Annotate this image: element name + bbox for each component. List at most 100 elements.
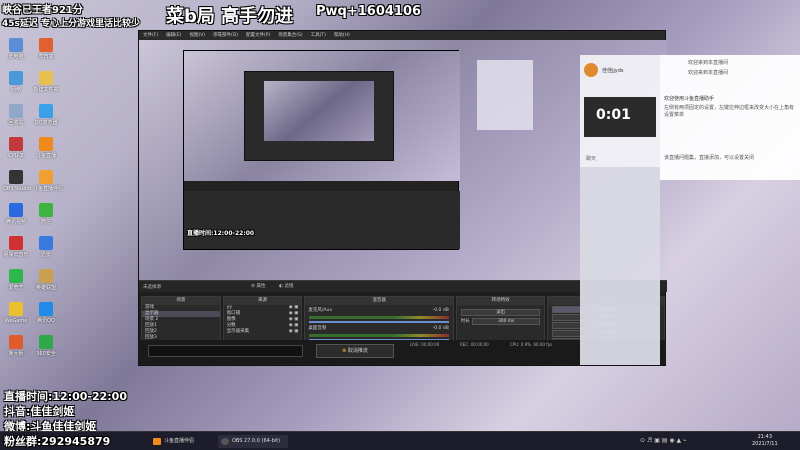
desktop-icon[interactable]: 英雄联盟 — [33, 269, 59, 291]
desktop-icon[interactable]: 迅雷 — [33, 236, 59, 258]
mixer-channel-db: -0.0 dB — [432, 326, 449, 331]
obs-menu-item[interactable]: 配置文件(P) — [246, 31, 270, 40]
desktop-icon[interactable]: 爱奇艺 — [3, 269, 29, 291]
live-timer: 0:01 — [596, 107, 631, 123]
rank-overlay: 峡谷已王者921分 — [2, 5, 83, 16]
delay-overlay: 45s延迟 专心上分游戏里话比较少 — [2, 19, 141, 29]
obs-menu-item[interactable]: 场景集合(S) — [278, 31, 302, 40]
app-icon — [39, 71, 53, 85]
user-avatar — [584, 63, 598, 77]
desktop-icon-label: WeGame — [4, 318, 28, 324]
app-icon — [39, 170, 53, 184]
app-icon — [39, 203, 53, 217]
notice-title: 欢迎使用斗鱼直播助手 — [664, 96, 715, 102]
chat-right-panel: 欢迎来到本直播间 欢迎来到本直播间 欢迎使用斗鱼直播助手 左侧有两项固定的设置，… — [660, 55, 800, 180]
desktop-icon[interactable]: 鲁大师 — [3, 335, 29, 357]
visibility-lock-icon[interactable]: ◉ ▣ — [289, 329, 302, 335]
mixer-channel-name: 麦克风/Aux — [308, 308, 332, 313]
scenes-title: 场景 — [142, 297, 220, 305]
app-icon — [39, 335, 53, 349]
chat-tab[interactable]: 聊天 — [586, 155, 596, 162]
desktop-icon[interactable]: WeGame — [3, 302, 29, 324]
desktop-icon-label: CPU-Z — [8, 153, 24, 159]
desktop-icon[interactable]: 腾讯视频 — [3, 203, 29, 225]
app-icon — [9, 269, 23, 283]
volume-slider[interactable] — [309, 321, 449, 323]
desktop-icon[interactable]: QQ浏览器 — [33, 104, 59, 126]
nested-obs-preview — [183, 50, 460, 250]
source-item[interactable]: 显示器采集 ◉ ▣ — [224, 329, 302, 335]
desktop-icon-label: QQ浏览器 — [34, 120, 58, 126]
mixer-channel-name: 桌面音频 — [308, 326, 327, 331]
chat-panel: 佳佳jjyds 0:01 聊天 — [580, 55, 660, 365]
desktop-icon[interactable]: 回收站 — [3, 104, 29, 126]
filters-button[interactable]: ◐ 滤镜 — [279, 283, 293, 289]
chat-list-bg — [580, 167, 660, 365]
desktop-icon-label: 网易云音乐 — [3, 252, 29, 258]
obs-menu-item[interactable]: 工具(T) — [311, 31, 326, 40]
desktop-icon[interactable]: CPU-Z — [3, 137, 29, 159]
desktop-icon[interactable]: 网络 — [3, 71, 29, 93]
source-label: 显示器采集 — [226, 329, 250, 334]
no-source-label: 未选择源 — [143, 285, 161, 290]
stop-stream-field[interactable] — [148, 345, 303, 357]
mixer-channel-db: -0.0 dB — [432, 308, 449, 313]
desktop-icon[interactable]: 微信 — [33, 203, 59, 225]
stream-title-overlay: 菜b局 高手勿进 — [166, 6, 294, 27]
live-timer-box: 0:01 — [584, 97, 656, 137]
desktop-icon-label: 斗鱼直播伴侣 — [33, 186, 64, 192]
app-icon — [39, 269, 53, 283]
desktop-icon-label: 360安全 — [36, 351, 56, 357]
desktop-icon-label: 鲁大师 — [8, 351, 24, 357]
welcome-1: 欢迎来到本直播间 — [688, 60, 729, 66]
obs-menu-item[interactable]: 视图(V) — [189, 31, 205, 40]
desktop-icon[interactable]: 360安全 — [33, 335, 59, 357]
app-icon — [9, 302, 23, 316]
mixer-channel: 麦克风/Aux -0.0 dB — [305, 308, 452, 323]
desktop-icon-label: 腾讯QQ — [37, 318, 55, 324]
taskbar-item-obs[interactable]: OBS 27.0.0 (64-bit) — [218, 435, 288, 448]
obs-menu-item[interactable]: 停靠部件(D) — [213, 31, 238, 40]
desktop-icon-label: 爱奇艺 — [8, 285, 24, 291]
desktop-icon-label: 回收站 — [8, 120, 24, 126]
app-icon — [9, 170, 23, 184]
desktop-icon[interactable]: 向日葵 — [33, 38, 59, 60]
volume-meter — [309, 316, 449, 319]
duration-input[interactable]: 300 ms — [471, 318, 541, 325]
taskbar-item-douyu[interactable]: 斗鱼直播伴侣 — [150, 435, 194, 448]
desktop-icon[interactable]: 腾讯QQ — [33, 302, 59, 324]
transition-select[interactable]: 淡出 — [460, 309, 541, 316]
taskbar-clock[interactable]: 21:43 2021/7/11 — [752, 434, 778, 448]
fans-overlay: 粉丝群:292945879 — [4, 435, 111, 448]
obs-status-rec: REC: 00:00:00 — [460, 342, 489, 347]
notice-body: 左侧有两项固定的设置，左键拉伸边框来改变大小在上角有设置菜单 — [664, 105, 795, 118]
desktop-icon[interactable]: 新建文件夹 — [33, 71, 59, 93]
desktop-icon[interactable]: 斗鱼直播 — [33, 137, 59, 159]
obs-menu-item[interactable]: 帮助(H) — [334, 31, 350, 40]
obs-status-live: LIVE: 00:00:00 — [410, 342, 440, 347]
desktop-icon-label: 向日葵 — [38, 54, 54, 60]
welcome-2: 欢迎来到本直播间 — [688, 70, 729, 76]
desktop-icon[interactable]: 网易云音乐 — [3, 236, 29, 258]
app-icon — [9, 203, 23, 217]
desktop-icon[interactable]: 斗鱼直播伴侣 — [33, 170, 64, 192]
cancel-stream-button[interactable]: ⊗ 取消推流 — [316, 344, 394, 358]
desktop-icon-label: 迅雷 — [40, 252, 51, 258]
desktop-icon-label: 网络 — [10, 87, 21, 93]
nested-chat-preview — [477, 60, 533, 130]
cancel-stream-label: 取消推流 — [347, 348, 368, 354]
properties-button[interactable]: ⚙ 属性 — [251, 283, 265, 289]
desktop-icon-label: 腾讯视频 — [5, 219, 26, 225]
desktop-icon-label: 斗鱼直播 — [35, 153, 56, 159]
app-icon — [39, 236, 53, 250]
app-icon — [9, 38, 23, 52]
desktop-icon[interactable]: OBS Studio — [3, 170, 31, 192]
preview-overlay-time: 直播时间:12:00-22:00 — [187, 230, 255, 237]
sources-title: 来源 — [223, 297, 302, 305]
taskbar-label-obs: OBS 27.0.0 (64-bit) — [232, 438, 281, 444]
desktop-icon-label: 微信 — [40, 219, 51, 225]
taskbar-label-douyu: 斗鱼直播伴侣 — [164, 438, 195, 444]
desktop-icon[interactable]: 此电脑 — [3, 38, 29, 60]
obs-menu-item[interactable]: 编辑(E) — [166, 31, 181, 40]
obs-menu-item[interactable]: 文件(F) — [143, 31, 158, 40]
